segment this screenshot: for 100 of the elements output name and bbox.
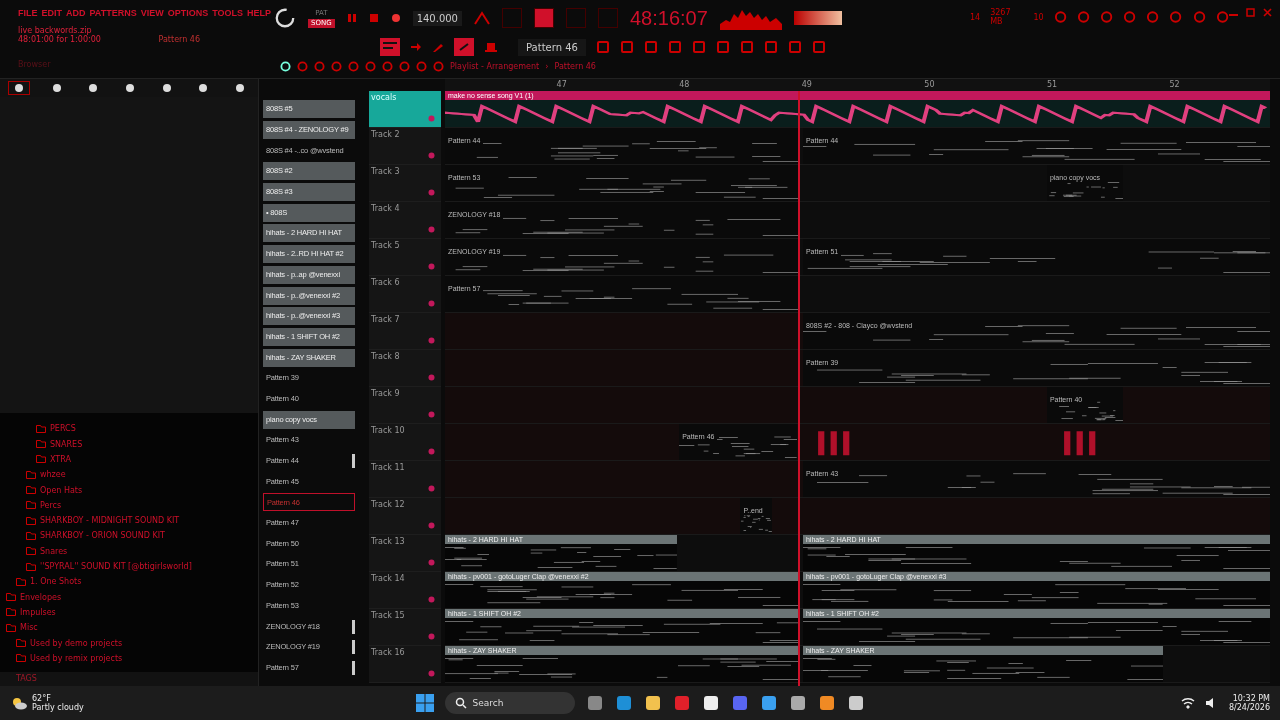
menu-item[interactable]: FILE [18, 8, 38, 18]
track-name: Track 6 [371, 278, 400, 287]
arrow-icon[interactable] [410, 41, 422, 53]
track-name: Track 8 [371, 352, 400, 361]
countdown-button[interactable] [534, 8, 554, 28]
track-header[interactable]: Track 6 [369, 276, 441, 313]
weather-condition: Partly cloudy [32, 703, 84, 712]
menu-item[interactable]: VIEW [140, 8, 164, 18]
track-mute-icon[interactable] [428, 226, 435, 233]
timeline-ruler[interactable]: 47 48 49 50 51 52 [445, 79, 1270, 91]
track-mute-icon[interactable] [428, 152, 435, 159]
output-meter [793, 11, 842, 25]
track-mute-icon[interactable] [428, 522, 435, 529]
track-header[interactable]: Track 14 [369, 572, 441, 609]
track-name: Track 4 [371, 204, 400, 213]
track-name: Track 7 [371, 315, 400, 324]
folder-item[interactable]: PERCS [50, 424, 76, 434]
track-header[interactable]: Track 11 [369, 461, 441, 498]
bar-number: 49 [801, 80, 812, 90]
track-name: Track 14 [371, 574, 405, 583]
track-header[interactable]: Track 13 [369, 535, 441, 572]
hat-icon[interactable] [484, 40, 498, 54]
folder-item[interactable]: whzee [40, 470, 66, 480]
track-header[interactable]: Track 15 [369, 609, 441, 646]
bar-number: 50 [924, 80, 935, 90]
playhead-line[interactable] [797, 91, 800, 686]
maximize-icon[interactable] [1246, 7, 1255, 17]
menu-item[interactable]: PATTERNS [89, 8, 137, 18]
track-header[interactable]: Track 5 [369, 239, 441, 276]
track-mute-icon[interactable] [428, 448, 435, 455]
folder-item[interactable]: SHARKBOY - ORION SOUND KIT [40, 531, 165, 541]
search-field[interactable]: Search [444, 692, 575, 714]
track-mute-icon[interactable] [428, 633, 435, 640]
pattern-selector[interactable]: Pattern 46 [518, 38, 586, 56]
track-name: Track 10 [371, 426, 405, 435]
bar-number: 48 [679, 80, 690, 90]
bar-number: 47 [556, 80, 567, 90]
track-mute-icon[interactable] [428, 115, 435, 122]
temperature: 62°F [32, 694, 52, 703]
song-time: 48:16:07 [630, 6, 708, 30]
folder-item[interactable]: Used by remix projects [30, 653, 123, 663]
bar-number: 51 [1046, 80, 1058, 90]
track-mute-icon[interactable] [428, 670, 435, 677]
search-icon [454, 697, 467, 709]
track-mute-icon[interactable] [428, 596, 435, 603]
folder-item[interactable]: Impulses [20, 607, 56, 617]
tempo-display[interactable]: 140.000 [412, 10, 462, 26]
wifi-icon[interactable] [1180, 697, 1195, 709]
track-mute-icon[interactable] [428, 374, 435, 381]
track-name: Track 13 [371, 537, 405, 546]
menu-item[interactable]: TOOLS [212, 8, 244, 18]
track-mute-icon[interactable] [428, 337, 435, 344]
track-header[interactable]: Track 4 [369, 202, 441, 239]
track-mute-icon[interactable] [428, 189, 435, 196]
track-name: vocals [371, 93, 397, 102]
track-mute-icon[interactable] [428, 485, 435, 492]
link-icon[interactable] [454, 38, 474, 56]
menu-item[interactable]: HELP [247, 8, 272, 18]
menu-item[interactable]: OPTIONS [167, 8, 209, 18]
track-mute-icon[interactable] [428, 263, 435, 270]
folder-item[interactable]: Open Hats [40, 485, 83, 495]
track-mute-icon[interactable] [428, 411, 435, 418]
window-title: Playlist - Arrangement [450, 61, 540, 71]
track-mute-icon[interactable] [428, 300, 435, 307]
start-icon[interactable] [415, 694, 434, 712]
playlist-icon[interactable] [380, 38, 400, 56]
folder-item[interactable]: Misc [20, 623, 38, 633]
folder-item[interactable]: ''SPYRAL'' SOUND KIT [@btigirlsworld] [40, 562, 192, 572]
track-header[interactable]: Track 7 [369, 313, 441, 350]
folder-item[interactable]: Snares [40, 546, 68, 556]
menu-item[interactable]: ADD [66, 8, 86, 18]
track-header[interactable]: Track 16 [369, 646, 441, 683]
clock-date: 8/24/2026 [1228, 703, 1270, 712]
folder-item[interactable]: SNARES [50, 439, 83, 449]
project-file-name: live backwords.zip [18, 26, 93, 35]
track-name: Track 11 [371, 463, 405, 472]
track-header[interactable]: Track 10 [369, 424, 441, 461]
folder-item[interactable]: Percs [40, 500, 62, 510]
folder-item[interactable]: 1. One Shots [30, 577, 82, 587]
close-icon[interactable] [1263, 7, 1272, 17]
folder-item[interactable]: XTRA [50, 455, 71, 464]
folder-item[interactable]: Envelopes [20, 592, 62, 602]
track-header[interactable]: Track 8 [369, 350, 441, 387]
menu-item[interactable]: EDIT [41, 8, 62, 18]
pause-icon[interactable] [346, 13, 357, 23]
track-name: Track 3 [371, 167, 400, 176]
track-header[interactable]: Track 2 [369, 128, 441, 165]
track-header[interactable]: Track 12 [369, 498, 441, 535]
track-name: Track 9 [371, 389, 400, 398]
track-mute-icon[interactable] [428, 559, 435, 566]
track-header[interactable]: Track 3 [369, 165, 441, 202]
record-icon[interactable] [390, 13, 401, 23]
weather-icon [10, 696, 28, 710]
memory-usage: 3267 MB [990, 8, 1012, 26]
track-header[interactable]: Track 9 [369, 387, 441, 424]
folder-item[interactable]: SHARKBOY - MIDNIGHT SOUND KIT [40, 516, 180, 526]
browser-tab[interactable] [8, 81, 31, 95]
volume-knob[interactable] [274, 7, 296, 29]
folder-item[interactable]: Used by demo projects [30, 638, 123, 648]
stop-icon[interactable] [368, 13, 379, 23]
